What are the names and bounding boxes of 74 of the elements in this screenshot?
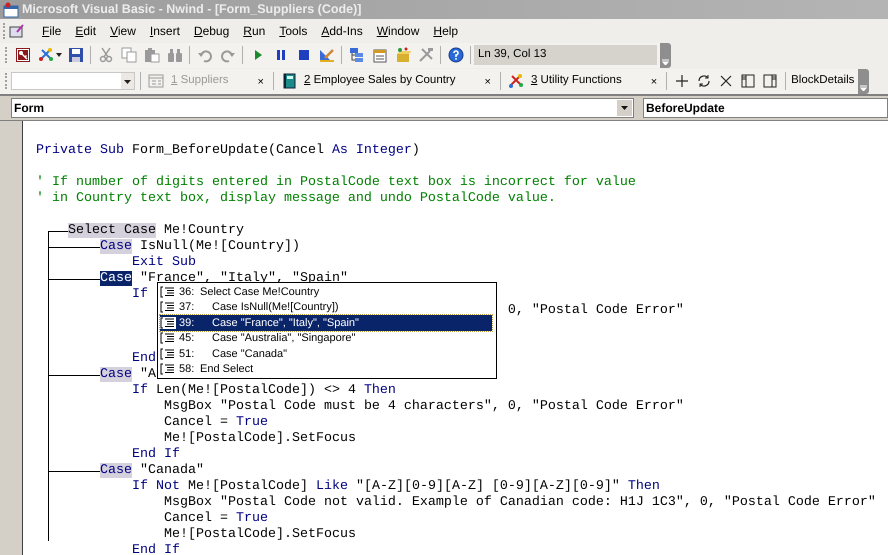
code-line: Case "France", "Italy", "Spain" — [100, 271, 348, 286]
code-line: Case "A — [100, 367, 156, 382]
block-list-item[interactable]: 39: Case "France", "Italy", "Spain" — [160, 315, 492, 330]
box-icon[interactable] — [394, 47, 410, 63]
refresh-icon[interactable] — [696, 73, 712, 89]
code-block-icon — [160, 332, 176, 344]
code-line: Me![PostalCode].SetFocus — [164, 527, 356, 542]
block-list-item[interactable]: 37: Case IsNull(Me![Country]) — [160, 300, 492, 315]
block-list-item[interactable]: 58: End Select — [160, 362, 492, 377]
code-line: 0, "Postal Code Error" — [508, 303, 684, 318]
menu-item[interactable]: View — [103, 22, 143, 40]
menu-item[interactable]: Run — [236, 22, 272, 40]
delete-icon[interactable] — [718, 73, 734, 89]
tab-close-button[interactable]: × — [484, 77, 491, 88]
project-tree-icon[interactable] — [348, 47, 364, 63]
code-line: Select Case Me!Country — [68, 223, 244, 238]
code-line: End — [132, 351, 156, 366]
code-block-icon — [160, 301, 176, 314]
code-block-icon — [160, 348, 176, 360]
menu-item[interactable]: Tools — [272, 22, 314, 40]
code-block-icon — [160, 286, 176, 298]
plus-icon[interactable] — [674, 73, 690, 89]
tab-label[interactable]: 2 Employee Sales by Country — [304, 72, 456, 90]
code-block-icon — [160, 316, 176, 329]
code-line: ' If number of digits entered in PostalCode text box is incorrect for value — [36, 175, 636, 190]
menu-item[interactable]: Edit — [68, 22, 104, 40]
code-line: Private Sub Form_BeforeUpdate(Cancel As Integer) — [36, 143, 420, 158]
toolbar-options-button[interactable] — [858, 68, 870, 94]
properties-icon[interactable] — [372, 47, 388, 63]
cursor-position-field: Ln 39, Col 13 — [474, 45, 657, 65]
menu-item[interactable]: Add-Ins — [314, 22, 370, 40]
code-line: Case "Canada" — [100, 463, 204, 478]
tools-icon[interactable] — [38, 47, 54, 63]
module-icon[interactable] — [9, 22, 25, 38]
code-line: Exit Sub — [132, 255, 196, 270]
code-line: Cancel = True — [164, 415, 268, 430]
left-panel-icon[interactable] — [740, 73, 756, 89]
code-line: MsgBox "Postal Code not valid. Example of Canadian code: H1J 1C3", 0, "Postal Code Error" — [164, 495, 876, 510]
right-panel-icon[interactable] — [762, 73, 778, 89]
book-icon[interactable] — [280, 73, 297, 89]
menu-item[interactable]: Window — [370, 22, 426, 40]
chevron-down-icon[interactable] — [860, 84, 868, 90]
code-line: If Len(Me![PostalCode]) <> 4 Then — [132, 383, 396, 398]
tab-label[interactable]: 3 Utility Functions — [530, 72, 622, 90]
menu-item[interactable]: Help — [426, 22, 466, 40]
menu-item[interactable]: Insert — [142, 22, 187, 40]
code-line: MsgBox "Postal Code must be 4 characters", 0, "Postal Code Error" — [164, 399, 684, 414]
menu-item[interactable]: Debug — [186, 22, 236, 40]
app-icon[interactable] — [3, 2, 19, 18]
ruler-pencil-icon[interactable] — [318, 47, 334, 63]
code-line: Case IsNull(Me![Country]) — [100, 239, 300, 254]
code-line: If Not Me![PostalCode] Like "[A-Z][0-9][A-Z] [0-9][A-Z][0-9]" Then — [132, 479, 660, 494]
toolbar-label: BlockDetails — [791, 73, 856, 88]
code-line: Me![PostalCode].SetFocus — [164, 431, 356, 446]
procedure-dropdown[interactable]: BeforeUpdate — [643, 98, 888, 118]
block-list-item[interactable]: 51: Case "Canada" — [160, 346, 492, 362]
menu-item[interactable]: File — [35, 22, 68, 40]
object-dropdown[interactable]: Form — [11, 98, 634, 118]
toolbar-options-button[interactable] — [660, 42, 671, 68]
code-line: ' in Country text box, display message and undo PostalCode value. — [36, 191, 556, 206]
help-icon[interactable] — [448, 47, 464, 63]
key-icon[interactable] — [14, 47, 30, 63]
tab-close-button[interactable]: × — [650, 77, 658, 88]
code-line: If — [132, 287, 148, 302]
code-line: Cancel = True — [164, 511, 268, 526]
chevron-down-icon[interactable] — [662, 58, 669, 64]
code-line: End If — [132, 447, 180, 462]
code-line: End If — [132, 543, 180, 555]
code-block-icon — [160, 363, 176, 376]
block-list-item[interactable]: 45: Case "Australia", "Singapore" — [160, 330, 492, 346]
window-title: Microsoft Visual Basic - Nwind - [Form_Suppliers (Code)] — [22, 1, 362, 18]
tools-icon[interactable] — [508, 73, 524, 89]
block-list-item[interactable]: 36: Select Case Me!Country — [160, 284, 492, 300]
dropdown-caret-icon[interactable] — [56, 53, 62, 57]
